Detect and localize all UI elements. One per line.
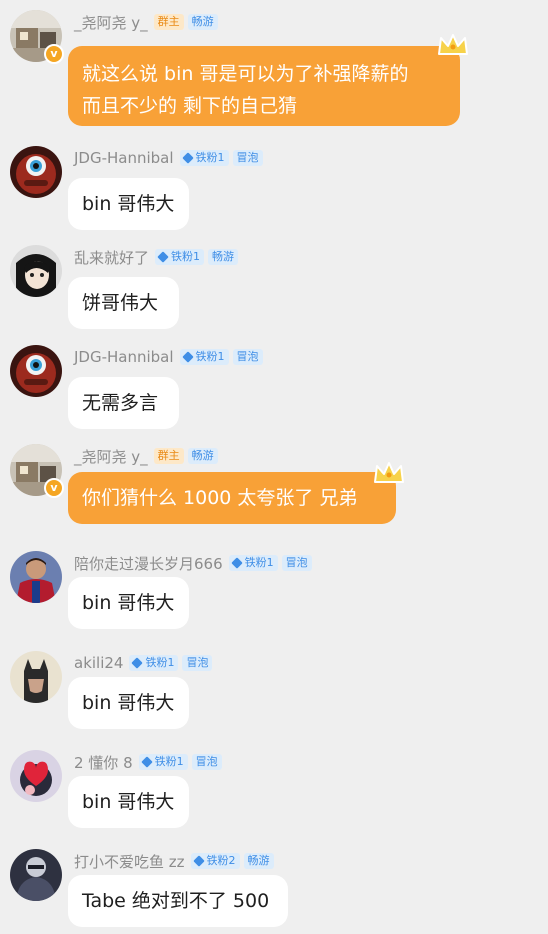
activity-tag: 畅游 [208,249,239,265]
fan-level-label: 铁粉1 [145,656,175,669]
message-text: Tabe 绝对到不了 500 [82,890,270,912]
message-meta: akili24 铁粉1 冒泡 [74,653,216,673]
username[interactable]: _尧阿尧 y_ [74,12,148,33]
fan-level-label: 铁粉1 [244,556,274,569]
diamond-icon [140,756,153,768]
diamond-icon [181,152,194,164]
message-text: bin 哥伟大 [82,592,175,614]
message-bubble[interactable]: bin 哥伟大 [68,178,189,230]
crown-icon [374,462,404,483]
message-text: 无需多言 [82,392,159,414]
diamond-icon [192,855,205,867]
username[interactable]: 2 懂你 8 [74,752,133,773]
batman-avatar-icon[interactable] [10,651,62,703]
message-meta: 打小不爱吃鱼 zz 铁粉2 畅游 [74,851,278,871]
message-bubble[interactable]: bin 哥伟大 [68,577,189,629]
fan-level-tag: 铁粉2 [190,853,240,869]
message-meta: _尧阿尧 y_ 群主 畅游 [74,12,222,32]
football-player-avatar-icon[interactable] [10,551,62,603]
fan-level-label: 铁粉1 [171,250,201,263]
one-eyed-monster-avatar-icon[interactable] [10,345,62,397]
verified-badge: v [44,44,64,64]
fan-level-tag: 铁粉1 [179,150,229,166]
activity-tag: 冒泡 [281,555,312,571]
message-meta: JDG-Hannibal 铁粉1 冒泡 [74,148,267,168]
message-meta: 乱来就好了 铁粉1 畅游 [74,247,242,267]
username[interactable]: _尧阿尧 y_ [74,446,148,467]
dark-figure-avatar-icon[interactable] [10,849,62,901]
username[interactable]: 陪你走过漫长岁月666 [74,553,223,574]
diamond-icon [230,557,243,569]
username[interactable]: 乱来就好了 [74,247,149,268]
diamond-icon [131,657,144,669]
chat-message-list[interactable]: v _尧阿尧 y_ 群主 畅游 就这么说 bin 哥是可以为了补强降薪的 而且不… [0,0,548,934]
message-text: 你们猜什么 1000 太夸张了 兄弟 [82,487,358,509]
message-bubble[interactable]: bin 哥伟大 [68,677,189,729]
fan-level-label: 铁粉1 [195,151,225,164]
message-text: 饼哥伟大 [82,292,159,314]
fan-level-tag: 铁粉1 [228,555,278,571]
message-text: bin 哥伟大 [82,791,175,813]
message-meta: _尧阿尧 y_ 群主 畅游 [74,446,222,466]
fan-level-tag: 铁粉1 [138,754,188,770]
fan-level-label: 铁粉1 [154,755,184,768]
activity-tag: 畅游 [187,14,218,30]
fan-level-label: 铁粉2 [206,854,236,867]
message-bubble[interactable]: 无需多言 [68,377,179,429]
activity-tag: 畅游 [243,853,274,869]
anime-face-avatar-icon[interactable] [10,245,62,297]
message-bubble[interactable]: 你们猜什么 1000 太夸张了 兄弟 [68,472,396,524]
owner-tag: 群主 [153,448,184,464]
red-heart-avatar-icon[interactable] [10,750,62,802]
diamond-icon [181,351,194,363]
message-text: bin 哥伟大 [82,692,175,714]
username[interactable]: 打小不爱吃鱼 zz [74,851,185,872]
message-bubble[interactable]: 就这么说 bin 哥是可以为了补强降薪的 而且不少的 剩下的自己猜 [68,46,460,126]
message-bubble[interactable]: bin 哥伟大 [68,776,189,828]
message-text-line: 而且不少的 剩下的自己猜 [82,95,298,117]
message-meta: 2 懂你 8 铁粉1 冒泡 [74,752,226,772]
verified-badge: v [44,478,64,498]
message-meta: 陪你走过漫长岁月666 铁粉1 冒泡 [74,553,316,573]
message-text: bin 哥伟大 [82,193,175,215]
fan-level-tag: 铁粉1 [129,655,179,671]
username[interactable]: akili24 [74,654,123,672]
fan-level-tag: 铁粉1 [155,249,205,265]
activity-tag: 冒泡 [182,655,213,671]
username[interactable]: JDG-Hannibal [74,149,174,167]
activity-tag: 冒泡 [232,349,263,365]
owner-tag: 群主 [153,14,184,30]
message-bubble[interactable]: Tabe 绝对到不了 500 [68,875,288,927]
activity-tag: 冒泡 [232,150,263,166]
message-meta: JDG-Hannibal 铁粉1 冒泡 [74,347,267,367]
username[interactable]: JDG-Hannibal [74,348,174,366]
one-eyed-monster-avatar-icon[interactable] [10,146,62,198]
message-bubble[interactable]: 饼哥伟大 [68,277,179,329]
crown-icon [438,34,468,55]
message-text-line: 就这么说 bin 哥是可以为了补强降薪的 [82,63,409,85]
activity-tag: 冒泡 [191,754,222,770]
fan-level-label: 铁粉1 [195,350,225,363]
diamond-icon [157,251,169,263]
activity-tag: 畅游 [187,448,218,464]
fan-level-tag: 铁粉1 [179,349,229,365]
